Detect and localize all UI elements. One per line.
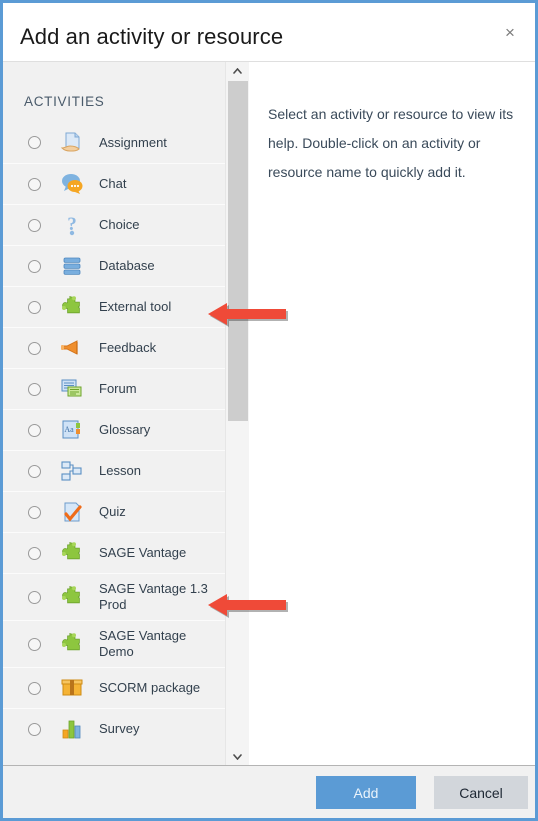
activity-radio-button[interactable] bbox=[28, 218, 41, 232]
activity-radio-button[interactable] bbox=[28, 637, 41, 651]
activity-label: SAGE Vantage Demo bbox=[99, 628, 187, 659]
activity-radio-button[interactable] bbox=[28, 136, 41, 149]
cancel-button[interactable]: Cancel bbox=[434, 776, 528, 809]
green-puzzle-piece-icon bbox=[58, 293, 86, 321]
activity-radio-button[interactable] bbox=[28, 590, 41, 604]
activity-label: External tool bbox=[99, 299, 172, 314]
activities-scrollbar[interactable] bbox=[225, 62, 249, 765]
activity-label: SAGE Vantage bbox=[99, 545, 187, 560]
chat-speech-bubbles-icon bbox=[58, 170, 86, 198]
glossary-book-aa-icon: Aa bbox=[58, 416, 86, 444]
activity-radio-button[interactable] bbox=[28, 382, 41, 396]
chevron-down-icon[interactable] bbox=[226, 748, 249, 765]
activity-label: Assignment bbox=[99, 134, 167, 150]
activity-label: Feedback bbox=[99, 340, 157, 355]
svg-text:Aa: Aa bbox=[64, 425, 74, 434]
activity-label: SCORM package bbox=[99, 680, 201, 695]
assignment-hand-document-icon bbox=[58, 129, 86, 157]
quiz-checkmark-page-icon bbox=[58, 498, 86, 526]
activity-row[interactable]: Database bbox=[3, 245, 225, 286]
activity-label: Lesson bbox=[99, 463, 141, 478]
activity-row[interactable]: Lesson bbox=[3, 450, 225, 491]
activity-label: SAGE Vantage 1.3 Prod bbox=[99, 581, 208, 612]
activity-label: Quiz bbox=[99, 504, 126, 519]
activity-row[interactable]: Aa Glossary bbox=[3, 409, 225, 450]
activity-row[interactable]: Forum bbox=[3, 368, 225, 409]
add-button[interactable]: Add bbox=[316, 776, 416, 809]
activity-radio-button[interactable] bbox=[28, 681, 41, 695]
chevron-up-icon[interactable] bbox=[226, 62, 249, 79]
activity-radio-button[interactable] bbox=[28, 423, 41, 437]
activity-row[interactable]: SCORM package bbox=[3, 667, 225, 708]
activities-list: Assignment Chat? Choice Database External to… bbox=[3, 122, 225, 749]
activity-radio-button[interactable] bbox=[28, 546, 41, 560]
activity-radio-button[interactable] bbox=[28, 464, 41, 478]
activities-panel: ACTIVITIES Assignment Chat? Choice Database… bbox=[3, 62, 225, 765]
activity-label: Database bbox=[99, 258, 155, 273]
activity-row[interactable]: Feedback bbox=[3, 327, 225, 368]
activity-radio-button[interactable] bbox=[28, 259, 41, 273]
scorm-box-package-icon bbox=[58, 674, 86, 702]
database-stack-icon bbox=[58, 252, 86, 280]
activity-radio-button[interactable] bbox=[28, 177, 41, 191]
dialog-footer: Add Cancel bbox=[3, 765, 535, 818]
dialog-titlebar: Add an activity or resource × bbox=[3, 3, 535, 62]
activity-row[interactable]: SAGE Vantage Demo bbox=[3, 620, 225, 667]
close-icon[interactable]: × bbox=[497, 19, 523, 45]
activity-row[interactable]: SAGE Vantage bbox=[3, 532, 225, 573]
activity-row[interactable]: Quiz bbox=[3, 491, 225, 532]
add-activity-dialog: Add an activity or resource × ACTIVITIES… bbox=[0, 0, 538, 821]
activity-radio-button[interactable] bbox=[28, 505, 41, 519]
forum-discussion-icon bbox=[58, 375, 86, 403]
help-instruction-text: Select an activity or resource to view i… bbox=[268, 106, 514, 180]
survey-bar-chart-icon bbox=[58, 715, 86, 743]
activity-radio-button[interactable] bbox=[28, 300, 41, 314]
lesson-flowchart-icon bbox=[58, 457, 86, 485]
megaphone-icon bbox=[58, 334, 86, 362]
activity-label: Survey bbox=[99, 721, 140, 736]
activity-row[interactable]: Survey bbox=[3, 708, 225, 749]
green-puzzle-piece-icon bbox=[58, 539, 86, 567]
activity-label: Glossary bbox=[99, 422, 151, 437]
dialog-body: ACTIVITIES Assignment Chat? Choice Database… bbox=[3, 62, 535, 765]
question-mark-icon: ? bbox=[58, 211, 86, 239]
green-puzzle-piece-icon bbox=[58, 583, 86, 611]
activity-row[interactable]: SAGE Vantage 1.3 Prod bbox=[3, 573, 225, 620]
activities-section-header: ACTIVITIES bbox=[24, 94, 105, 109]
activity-label: Chat bbox=[99, 176, 127, 191]
activity-row[interactable]: ? Choice bbox=[3, 204, 225, 245]
help-panel: Select an activity or resource to view i… bbox=[249, 62, 535, 765]
activity-row[interactable]: Chat bbox=[3, 163, 225, 204]
activity-row[interactable]: External tool bbox=[3, 286, 225, 327]
activity-radio-button[interactable] bbox=[28, 722, 41, 736]
dialog-title: Add an activity or resource bbox=[20, 24, 284, 49]
scrollbar-thumb[interactable] bbox=[228, 81, 248, 421]
activity-label: Forum bbox=[99, 381, 137, 396]
green-puzzle-piece-icon bbox=[58, 630, 86, 658]
activity-label: Choice bbox=[99, 217, 140, 232]
activity-radio-button[interactable] bbox=[28, 341, 41, 355]
activity-row[interactable]: Assignment bbox=[3, 122, 225, 163]
